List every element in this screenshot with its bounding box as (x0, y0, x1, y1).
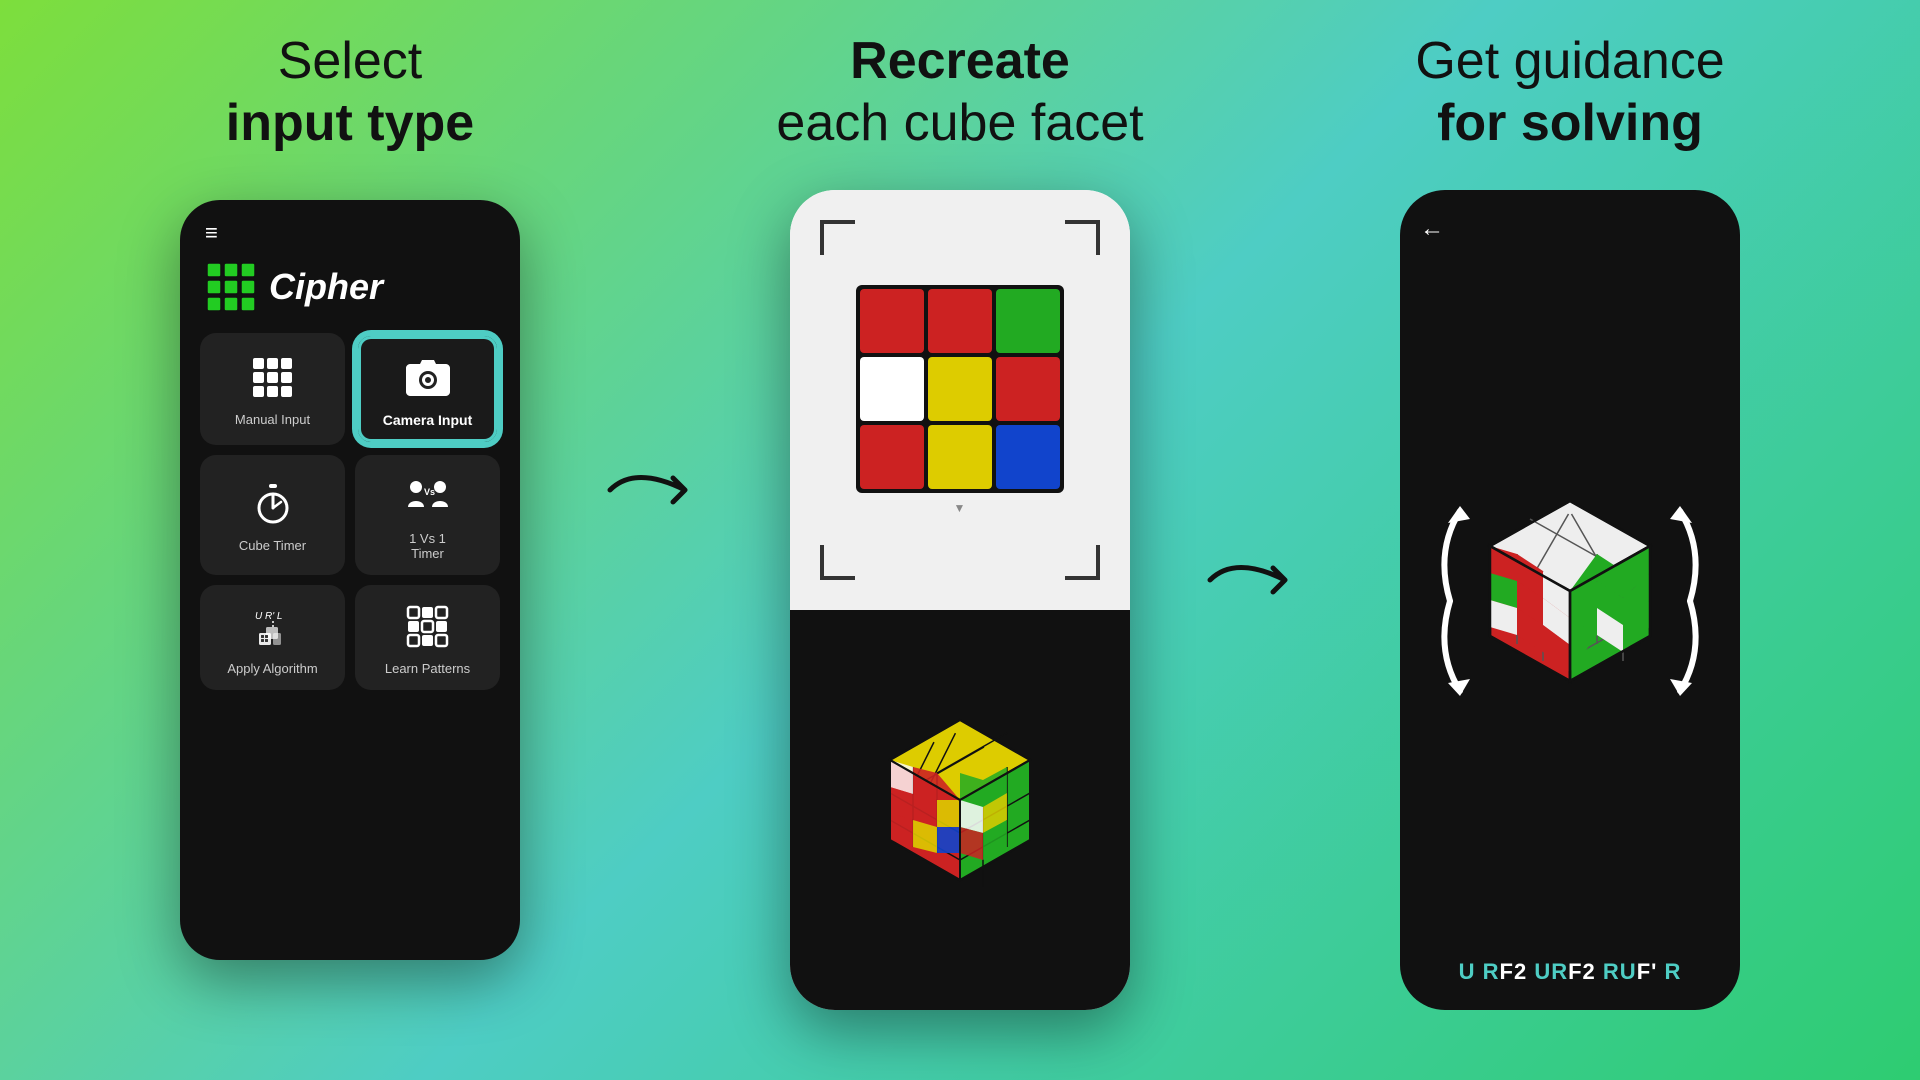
algo-fprime: F' (1637, 959, 1658, 984)
camera-scan-area: ▼ (790, 190, 1130, 610)
phone-header: ≡ (195, 220, 505, 261)
section-select-input: Select input type ≡ (100, 30, 600, 960)
section2-title: Recreate each cube facet (776, 30, 1143, 175)
scan-corner-tr (1065, 220, 1100, 255)
title-for-solving: for solving (1437, 94, 1703, 152)
cube-3d-preview (790, 610, 1130, 1010)
apply-algo-label: Apply Algorithm (227, 661, 317, 676)
title-select: Select (278, 32, 423, 90)
rotating-cube-svg (1420, 451, 1720, 751)
algorithm-text: U RF2 URF2 RUF' R (1459, 959, 1682, 984)
title-cube-facet: each cube facet (776, 94, 1143, 152)
scan-corner-br (1065, 545, 1100, 580)
versus-icon-container: Vs (404, 473, 452, 521)
timer-icon-container (249, 480, 297, 528)
hamburger-icon[interactable]: ≡ (205, 220, 220, 245)
svg-text:U R' L: U R' L (255, 611, 282, 622)
cipher-logo (205, 261, 257, 313)
section1-heading: Select input type (226, 30, 474, 155)
title-recreate: Recreate (850, 32, 1070, 90)
manual-input-icon (249, 354, 297, 402)
phone-center: ▼ (790, 190, 1130, 1010)
menu-item-patterns[interactable]: Learn Patterns (355, 585, 500, 690)
section-recreate: Recreate each cube facet (720, 30, 1200, 1010)
algo-r4: R (1657, 959, 1681, 984)
cube-timer-label: Cube Timer (239, 538, 306, 553)
cube-3d-svg (860, 710, 1060, 910)
algo-u1: U (1459, 959, 1476, 984)
camera-input-label: Camera Input (383, 412, 472, 428)
title-input-type: input type (226, 94, 474, 152)
arrow-2-svg (1205, 550, 1315, 610)
back-arrow-icon[interactable]: ← (1420, 215, 1444, 243)
section1-title: Select input type (226, 30, 474, 175)
algo-r3: R (1596, 959, 1620, 984)
algo-u3: U (1620, 959, 1637, 984)
menu-item-algorithm[interactable]: U R' L (200, 585, 345, 690)
main-container: Select input type ≡ (0, 0, 1920, 1080)
algo-f2-2: F2 (1568, 959, 1596, 984)
pattern-icon-container (404, 603, 452, 651)
scan-corner-tl (820, 220, 855, 255)
section-guidance: Get guidance for solving ← (1320, 30, 1820, 1010)
menu-item-timer[interactable]: Cube Timer (200, 455, 345, 575)
section2-heading: Recreate each cube facet (776, 30, 1143, 155)
section3-title: Get guidance for solving (1415, 30, 1724, 175)
1v1-label: 1 Vs 1Timer (409, 531, 446, 561)
algorithm-display: U RF2 URF2 RUF' R (1420, 959, 1720, 985)
algo-r2: R (1551, 959, 1568, 984)
title-get-guidance: Get guidance (1415, 32, 1724, 90)
algo-f2-1: F2 (1500, 959, 1528, 984)
manual-input-label: Manual Input (235, 412, 310, 427)
menu-item-camera[interactable]: Camera Input (355, 333, 500, 445)
phone-left: ≡ Cipher (180, 200, 520, 960)
algo-r1: R (1476, 959, 1500, 984)
rotating-cube-area (1420, 243, 1720, 959)
algo-icon-container: U R' L (249, 603, 297, 651)
menu-item-manual[interactable]: Manual Input (200, 333, 345, 445)
menu-grid: Manual Input Camera Input (195, 333, 505, 690)
phone-right: ← (1400, 190, 1740, 1010)
scan-corner-bl (820, 545, 855, 580)
menu-item-1v1[interactable]: Vs 1 Vs 1Timer (355, 455, 500, 575)
section3-heading: Get guidance for solving (1415, 30, 1724, 155)
learn-patterns-label: Learn Patterns (385, 661, 470, 676)
arrow-2 (1200, 550, 1320, 610)
phone-right-header: ← (1420, 215, 1720, 243)
svg-text:Vs: Vs (424, 487, 435, 497)
scanned-cube-face: ▼ (856, 285, 1064, 515)
arrow-1-svg (605, 460, 715, 520)
camera-input-icon (404, 354, 452, 402)
algo-u2: U (1527, 959, 1551, 984)
app-name-label: Cipher (269, 266, 383, 308)
app-title-row: Cipher (195, 261, 505, 333)
arrow-1 (600, 460, 720, 520)
